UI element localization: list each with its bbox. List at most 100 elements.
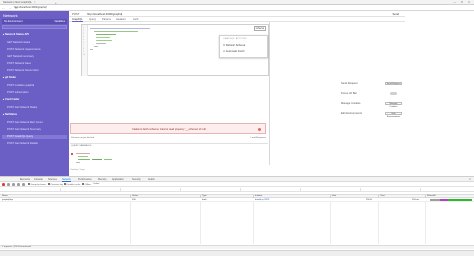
devtools-tab-application[interactable]: Application bbox=[112, 178, 124, 181]
line-number: 8 bbox=[83, 48, 84, 50]
error-icon bbox=[258, 127, 261, 131]
browser-tab[interactable]: Network | Next GraphiQL × bbox=[3, 1, 35, 4]
request-size: 250 B bbox=[366, 198, 372, 201]
devtools-panel: Elements Console Sources Network Perform… bbox=[0, 176, 474, 250]
tab-close-icon[interactable]: × bbox=[34, 1, 36, 4]
edit-environments-shortcut[interactable]: Edit Environments bbox=[385, 111, 402, 118]
tab-params[interactable]: Params bbox=[102, 18, 111, 21]
preserve-log-option[interactable]: Preserve log bbox=[48, 183, 63, 186]
sidebar-request-item[interactable]: POST Get Network Alert Count bbox=[7, 121, 43, 125]
variables-line bbox=[104, 159, 112, 161]
sidebar-folder[interactable]: ▸ Network Status API bbox=[3, 33, 29, 37]
request-name: graphql/api bbox=[2, 198, 13, 201]
sidebar-folder[interactable]: ▸ git folder bbox=[3, 76, 16, 80]
sidebar-request-item[interactable]: POST Get Network Summary bbox=[7, 128, 41, 132]
group-by-frame-option[interactable]: Group by frame bbox=[28, 183, 46, 186]
sidebar-request-item[interactable]: POST GraphQL Query bbox=[2, 135, 67, 139]
setting-label: Send Request bbox=[341, 82, 358, 85]
variables-line bbox=[78, 159, 90, 161]
sidebar-request-item[interactable]: POST Network request items bbox=[7, 48, 41, 52]
waterfall-bar-ttfb bbox=[448, 199, 472, 201]
search-icon[interactable] bbox=[22, 183, 25, 186]
variables-line bbox=[78, 156, 88, 158]
devtools-tab-performance[interactable]: Performance bbox=[78, 178, 92, 181]
sidebar-folder[interactable]: ▸ Cmd Folder bbox=[3, 98, 19, 102]
tab-auth[interactable]: Auth bbox=[133, 18, 138, 21]
window-controls[interactable]: — ☐ ✕ bbox=[453, 1, 472, 4]
variables-button[interactable]: Variables bbox=[54, 20, 65, 23]
request-initiator-link[interactable]: bundle.js:2873 bbox=[255, 199, 269, 201]
tracing-label[interactable]: Timeline / Logs bbox=[70, 169, 268, 173]
request-type: fetch bbox=[202, 198, 207, 201]
line-number: 9 bbox=[83, 51, 84, 53]
sidebar-title: Network bbox=[3, 13, 18, 18]
network-status-bar: 1 requests | 250 B transferred bbox=[0, 245, 474, 249]
devtools-tab-memory[interactable]: Memory bbox=[98, 178, 107, 181]
error-banner: Failed to fetch schema: Cannot read prop… bbox=[70, 123, 266, 134]
offline-option[interactable]: Offline bbox=[82, 183, 91, 186]
throttling-select[interactable]: Online bbox=[93, 183, 99, 185]
devtools-tab-console[interactable]: Console bbox=[34, 178, 43, 181]
request-time: 204 ms bbox=[412, 198, 420, 201]
devtools-tab-elements[interactable]: Elements bbox=[20, 178, 30, 181]
sidebar-request-item[interactable]: GET Network summary bbox=[7, 55, 34, 59]
browser-tab-title: Network | Next GraphiQL bbox=[3, 1, 32, 4]
disable-cache-option[interactable]: Disable cache bbox=[64, 183, 80, 186]
send-request-shortcut[interactable]: Send Request bbox=[385, 81, 402, 85]
keyboard-shortcuts-panel: Send Request Send Request Focus Url Bar … bbox=[339, 80, 405, 120]
pane-splitter[interactable] bbox=[269, 22, 270, 165]
sidebar-request-item[interactable]: POST Get Network Details bbox=[7, 142, 38, 146]
setting-label: Edit Environments bbox=[341, 112, 363, 115]
sidebar-folder[interactable]: ▸ NetStatus bbox=[3, 113, 17, 117]
devtools-tab-security[interactable]: Security bbox=[132, 178, 141, 181]
code-line bbox=[96, 42, 106, 44]
waterfall-bar-queue bbox=[430, 199, 440, 201]
address-input[interactable]: http://localhost:4000/graphql bbox=[14, 6, 84, 10]
load-response-link[interactable]: Load Response bbox=[251, 137, 266, 139]
sidebar-filter-input[interactable] bbox=[2, 25, 67, 29]
network-request-row[interactable]: graphql/api 200 fetch bundle.js:2873 250… bbox=[0, 198, 474, 202]
code-line bbox=[94, 45, 98, 47]
manage-cookies-shortcut[interactable]: Manage Cookies bbox=[385, 101, 402, 108]
line-number: 7 bbox=[83, 45, 84, 47]
network-summary: 1 requests | 250 B transferred bbox=[2, 246, 31, 249]
line-number: 3 bbox=[83, 33, 84, 35]
sidebar-request-item[interactable]: POST Get Network Status bbox=[7, 106, 37, 110]
sidebar-request-item[interactable]: GET Network status bbox=[7, 41, 30, 45]
devtools-tab-sources[interactable]: Sources bbox=[48, 178, 57, 181]
clear-icon[interactable] bbox=[7, 183, 10, 186]
tab-graphql[interactable]: GraphQL bbox=[72, 18, 83, 22]
sidebar-request-item[interactable]: POST Network Server Alert bbox=[7, 69, 39, 73]
setting-label: Manage Cookies bbox=[341, 102, 361, 105]
line-number: 4 bbox=[83, 36, 84, 38]
editor-tabs: GraphQL Query Params Headers Auth bbox=[69, 17, 405, 22]
sidebar-request-item[interactable]: POST Network Save bbox=[7, 62, 31, 66]
focus-url-toggle[interactable] bbox=[390, 92, 397, 96]
request-url-input[interactable]: http://localhost:4000/graphql bbox=[87, 12, 122, 16]
devtools-tab-audits[interactable]: Audits bbox=[148, 178, 155, 181]
record-icon[interactable] bbox=[2, 183, 5, 186]
refresh-schema-item[interactable]: ⟳ Refresh Schema bbox=[223, 44, 245, 47]
code-line bbox=[90, 27, 150, 29]
sidebar-request-item[interactable]: POST mutation graphql bbox=[7, 84, 34, 88]
response-header: Schema not yet fetched Load Response bbox=[70, 137, 268, 141]
tab-headers[interactable]: Headers bbox=[116, 18, 126, 21]
environment-selector[interactable]: No Environment Variables bbox=[2, 19, 67, 24]
setting-label: Focus Url Bar bbox=[341, 92, 357, 95]
line-number: 6 bbox=[83, 42, 84, 44]
capture-screenshots-icon[interactable] bbox=[12, 183, 15, 186]
method-select[interactable]: POST bbox=[72, 12, 80, 16]
schema-button[interactable]: schema bbox=[253, 26, 266, 31]
query-variables-title: QUERY VARIABLES bbox=[71, 145, 92, 147]
code-line bbox=[96, 39, 112, 41]
sidebar-request-item[interactable]: POST subscription bbox=[7, 91, 29, 95]
os-taskbar bbox=[0, 250, 474, 256]
tab-query[interactable]: Query bbox=[89, 18, 96, 21]
send-button[interactable]: Send bbox=[392, 12, 399, 16]
graphql-actions-menu: GRAPHQL ACTIONS ⟳ Refresh Schema ⊙ Autom… bbox=[219, 35, 268, 58]
line-number: 1 bbox=[83, 27, 84, 29]
devtools-close-icon[interactable]: ✕ bbox=[469, 178, 471, 181]
line-number: 5 bbox=[83, 39, 84, 41]
filter-icon[interactable] bbox=[17, 183, 20, 186]
automatic-fetch-item[interactable]: ⊙ Automatic Fetch bbox=[223, 50, 245, 53]
